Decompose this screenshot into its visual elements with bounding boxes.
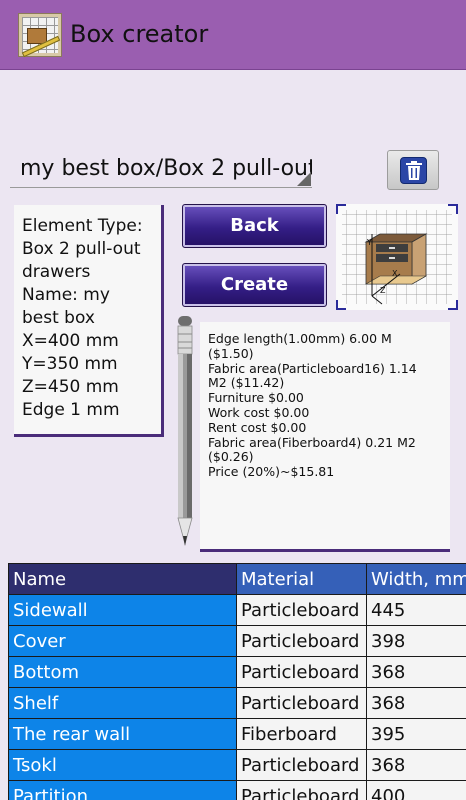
- table-row[interactable]: The rear wall Fiberboard 395: [8, 718, 466, 750]
- back-button[interactable]: Back: [182, 204, 327, 248]
- dropdown-arrow-icon: [297, 172, 311, 186]
- box-creator-app-icon: [18, 13, 62, 58]
- info-line: best box: [22, 308, 95, 328]
- box-preview[interactable]: Y X Z: [336, 204, 458, 310]
- info-line: Y=350 mm: [22, 354, 118, 374]
- part-name-cell[interactable]: Shelf: [8, 687, 237, 719]
- part-width-cell[interactable]: 368: [366, 656, 466, 688]
- part-width-cell[interactable]: 400: [366, 780, 466, 800]
- part-name-cell[interactable]: Partition: [8, 780, 237, 800]
- part-width-cell[interactable]: 368: [366, 687, 466, 719]
- app-bar: Box creator: [0, 0, 466, 70]
- column-header-width[interactable]: Width, mm: [366, 563, 466, 595]
- box-preview-drawing: Y X Z: [342, 210, 452, 305]
- part-name-cell[interactable]: Tsokl: [8, 749, 237, 781]
- cost-summary-panel: Edge length(1.00mm) 6.00 M ($1.50) Fabri…: [200, 322, 450, 552]
- info-line: Z=450 mm: [22, 377, 119, 397]
- delete-button[interactable]: [387, 150, 439, 190]
- trash-icon: [400, 157, 427, 184]
- info-line: X=400 mm: [22, 331, 119, 351]
- info-line: Element Type:: [22, 216, 143, 236]
- part-material-cell[interactable]: Particleboard: [236, 749, 367, 781]
- part-width-cell[interactable]: 368: [366, 749, 466, 781]
- table-row[interactable]: Partition Particleboard 400: [8, 780, 466, 800]
- create-button[interactable]: Create: [182, 263, 327, 307]
- cost-line: Fabric area(Fiberboard4) 0.21 M2: [208, 434, 416, 450]
- table-row[interactable]: Sidewall Particleboard 445: [8, 594, 466, 626]
- cost-line: Edge length(1.00mm) 6.00 M: [208, 331, 392, 346]
- info-line: Box 2 pull-out: [22, 239, 141, 259]
- part-width-cell[interactable]: 445: [366, 594, 466, 626]
- column-header-name[interactable]: Name: [8, 563, 237, 595]
- project-selector-value: my best box/Box 2 pull-out drawers: [20, 156, 312, 181]
- cost-line: Furniture $0.00: [208, 390, 304, 406]
- part-material-cell[interactable]: Particleboard: [236, 656, 367, 688]
- app-title: Box creator: [70, 20, 209, 48]
- info-line: Edge 1 mm: [22, 400, 120, 420]
- axis-x-label: X: [392, 269, 398, 278]
- table-row[interactable]: Shelf Particleboard 368: [8, 687, 466, 719]
- cost-line: Rent cost $0.00: [208, 419, 307, 435]
- info-line: drawers: [22, 262, 91, 282]
- part-material-cell[interactable]: Fiberboard: [236, 718, 367, 750]
- column-header-material[interactable]: Material: [236, 563, 367, 595]
- pencil-icon: [175, 316, 195, 556]
- cost-line: M2 ($11.42): [208, 375, 285, 391]
- frame-corner: [336, 204, 346, 214]
- part-material-cell[interactable]: Particleboard: [236, 594, 367, 626]
- frame-corner: [448, 300, 458, 310]
- part-name-cell[interactable]: Cover: [8, 625, 237, 657]
- frame-corner: [336, 300, 346, 310]
- part-material-cell[interactable]: Particleboard: [236, 780, 367, 800]
- cost-line: ($1.50): [208, 345, 254, 361]
- part-width-cell[interactable]: 395: [366, 718, 466, 750]
- info-line: Name: my: [22, 285, 110, 305]
- parts-table: Name Material Width, mm Sidewall Particl…: [8, 563, 466, 800]
- part-width-cell[interactable]: 398: [366, 625, 466, 657]
- part-name-cell[interactable]: The rear wall: [8, 718, 237, 750]
- part-material-cell[interactable]: Particleboard: [236, 625, 367, 657]
- table-row[interactable]: Tsokl Particleboard 368: [8, 749, 466, 781]
- part-material-cell[interactable]: Particleboard: [236, 687, 367, 719]
- axis-y-label: Y: [366, 238, 372, 247]
- cost-line: ($0.26): [208, 449, 254, 465]
- cost-line: Work cost $0.00: [208, 404, 310, 420]
- cost-line: Price (20%)~$15.81: [208, 464, 335, 480]
- element-info-panel: Element Type: Box 2 pull-out drawers Nam…: [14, 205, 164, 437]
- table-header-row: Name Material Width, mm: [8, 563, 466, 595]
- cost-line: Fabric area(Particleboard16) 1.14: [208, 360, 417, 376]
- project-selector[interactable]: my best box/Box 2 pull-out drawers: [10, 150, 312, 188]
- part-name-cell[interactable]: Bottom: [8, 656, 237, 688]
- table-row[interactable]: Bottom Particleboard 368: [8, 656, 466, 688]
- frame-corner: [448, 204, 458, 214]
- axis-z-label: Z: [380, 286, 386, 295]
- part-name-cell[interactable]: Sidewall: [8, 594, 237, 626]
- table-row[interactable]: Cover Particleboard 398: [8, 625, 466, 657]
